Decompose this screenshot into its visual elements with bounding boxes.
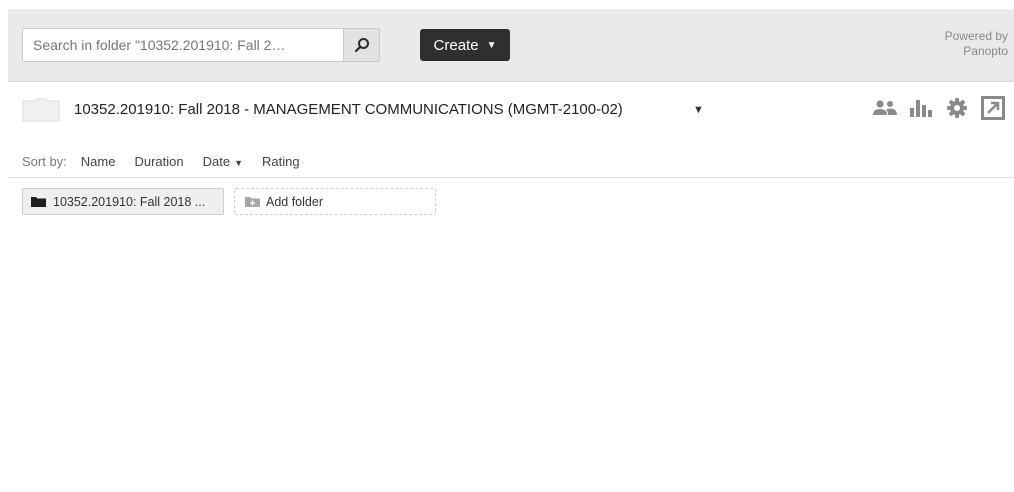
search-icon [354, 38, 369, 53]
settings-button[interactable] [944, 95, 970, 121]
folder-chips: 10352.201910: Fall 2018 ... Add folder [22, 188, 436, 215]
stats-button[interactable] [908, 95, 934, 121]
top-bar: Create ▼ Powered by Panopto [8, 9, 1014, 82]
folder-thumbnail-icon [22, 98, 60, 122]
sort-option-date-label: Date [202, 154, 231, 169]
search-box [22, 28, 380, 62]
folder-title: 10352.201910: Fall 2018 - MANAGEMENT COM… [74, 101, 623, 118]
create-button[interactable]: Create ▼ [420, 29, 510, 61]
sort-option-date[interactable]: Date ▼ [203, 154, 243, 169]
sort-bar: Sort by: Name Duration Date ▼ Rating [8, 146, 1014, 178]
share-users-icon [873, 100, 897, 115]
add-folder-label: Add folder [266, 194, 323, 209]
chevron-down-icon: ▼ [486, 39, 497, 51]
search-button[interactable] [343, 29, 379, 61]
search-input[interactable] [23, 29, 343, 61]
folder-icon [31, 197, 46, 207]
sort-by-label: Sort by: [22, 154, 67, 169]
open-external-button[interactable] [980, 95, 1006, 121]
folder-dropdown-caret-icon[interactable]: ▼ [693, 104, 704, 116]
sort-direction-caret-icon: ▼ [234, 158, 244, 168]
add-folder-button[interactable]: Add folder [234, 188, 436, 215]
add-folder-icon [245, 197, 260, 207]
powered-by-panopto: Powered by Panopto [945, 29, 1008, 59]
open-external-icon [981, 96, 1005, 120]
folder-actions [872, 95, 1006, 121]
powered-by-line1: Powered by [944, 29, 1008, 43]
share-button[interactable] [872, 95, 898, 121]
sort-option-rating[interactable]: Rating [262, 154, 300, 169]
sort-option-duration[interactable]: Duration [134, 154, 183, 169]
folder-header: 10352.201910: Fall 2018 - MANAGEMENT COM… [8, 82, 1014, 138]
settings-gear-icon [947, 98, 967, 118]
sort-option-name[interactable]: Name [81, 154, 116, 169]
powered-by-line2: Panopto [963, 44, 1008, 58]
current-folder-chip[interactable]: 10352.201910: Fall 2018 ... [22, 188, 224, 215]
current-folder-chip-label: 10352.201910: Fall 2018 ... [53, 194, 206, 209]
create-button-label: Create [433, 36, 479, 54]
stats-bar-chart-icon [910, 100, 932, 117]
